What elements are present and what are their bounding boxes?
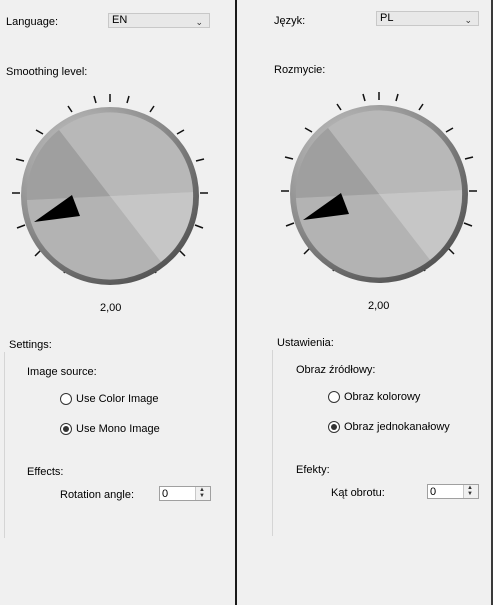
radio-mono-image[interactable]: [328, 421, 340, 433]
spin-down-icon[interactable]: ▼: [467, 491, 473, 497]
language-label: Język:: [274, 15, 306, 27]
language-label: Language:: [6, 16, 58, 28]
panel-polish: Język: PL ⌄ Rozmycie: 2,00 Ustawienia: O…: [237, 0, 493, 605]
radio-mono-label[interactable]: Use Mono Image: [76, 423, 160, 435]
effects-label: Efekty:: [296, 464, 330, 476]
language-value: PL: [380, 12, 394, 24]
smoothing-knob[interactable]: [0, 90, 235, 295]
radio-mono-label[interactable]: Obraz jednokanałowy: [344, 421, 450, 433]
image-source-label: Obraz źródłowy:: [296, 364, 376, 376]
smoothing-label: Rozmycie:: [274, 64, 326, 76]
rotation-angle-label: Rotation angle:: [60, 489, 134, 501]
radio-color-label[interactable]: Obraz kolorowy: [344, 391, 420, 403]
rotation-angle-spinner[interactable]: 0 ▲ ▼: [159, 486, 211, 501]
rotation-angle-spinner[interactable]: 0 ▲ ▼: [427, 484, 479, 499]
knob-value: 2,00: [100, 302, 122, 314]
effects-label: Effects:: [27, 466, 64, 478]
rotation-angle-label: Kąt obrotu:: [331, 487, 385, 499]
chevron-down-icon: ⌄: [464, 15, 472, 25]
panel-english: Language: EN ⌄ Smoothing level: 2,00 Set…: [0, 0, 235, 605]
smoothing-label: Smoothing level:: [6, 66, 88, 78]
rotation-angle-value[interactable]: 0: [430, 486, 436, 498]
radio-mono-image[interactable]: [60, 423, 72, 435]
chevron-down-icon: ⌄: [195, 17, 203, 27]
knob-value: 2,00: [368, 300, 390, 312]
settings-label: Settings:: [9, 339, 52, 351]
settings-label: Ustawienia:: [277, 337, 334, 349]
image-source-label: Image source:: [27, 366, 97, 378]
spin-down-icon[interactable]: ▼: [199, 493, 205, 499]
language-value: EN: [112, 14, 128, 26]
language-select[interactable]: PL ⌄: [376, 11, 479, 26]
radio-color-image[interactable]: [328, 391, 340, 403]
language-select[interactable]: EN ⌄: [108, 13, 210, 28]
radio-color-image[interactable]: [60, 393, 72, 405]
settings-group-border: [4, 352, 5, 538]
rotation-angle-value[interactable]: 0: [162, 488, 168, 500]
radio-color-label[interactable]: Use Color Image: [76, 393, 159, 405]
smoothing-knob[interactable]: [237, 88, 493, 293]
settings-group-border: [272, 350, 273, 536]
